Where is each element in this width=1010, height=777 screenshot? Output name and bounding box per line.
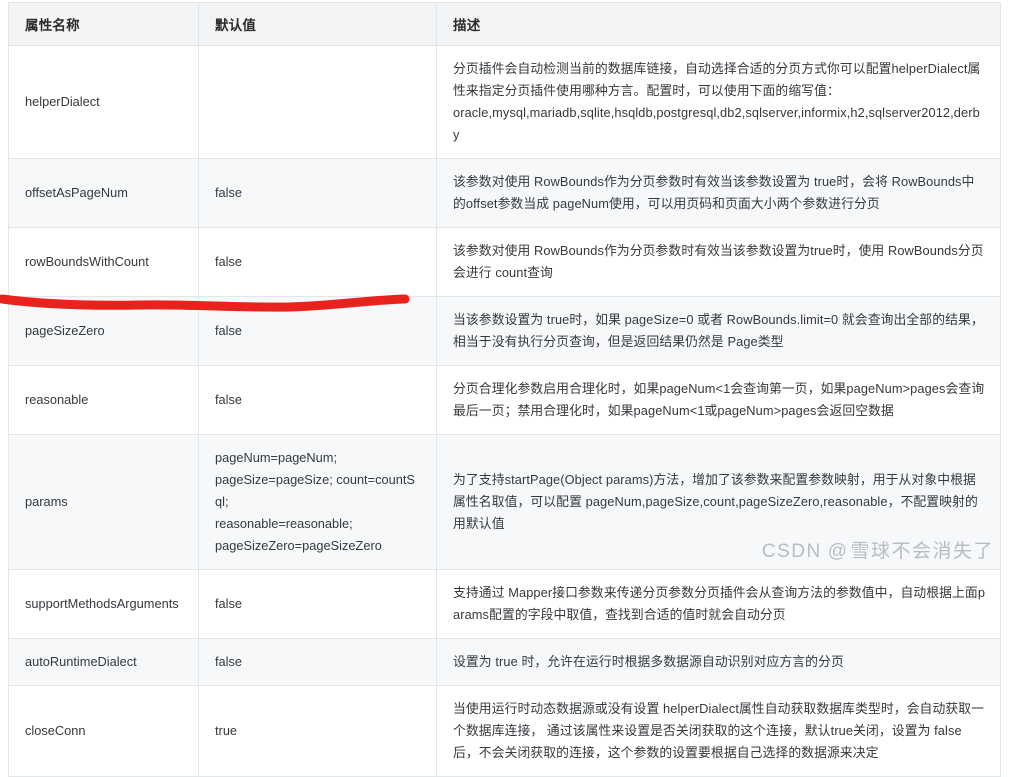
table-row: supportMethodsArguments false 支持通过 Mappe… [8,569,1001,639]
table-row: rowBoundsWithCount false 该参数对使用 RowBound… [8,227,1001,297]
column-header-name: 属性名称 [8,2,199,46]
table-row: closeConn true 当使用运行时动态数据源或没有设置 helperDi… [8,685,1001,777]
cell-default-value: false [198,365,437,435]
cell-default-value: false [198,227,437,297]
cell-property-name: rowBoundsWithCount [8,227,199,297]
cell-property-name: helperDialect [8,45,199,159]
cell-description: 设置为 true 时，允许在运行时根据多数据源自动识别对应方言的分页 [436,638,1001,686]
cell-description: 该参数对使用 RowBounds作为分页参数时有效当该参数设置为 true时，会… [436,158,1001,228]
watermark-author: 雪球不会消失了 [850,541,994,562]
cell-default-value: false [198,296,437,366]
properties-table: 属性名称 默认值 描述 helperDialect 分页插件会自动检测当前的数据… [8,2,1001,777]
cell-property-name: reasonable [8,365,199,435]
table-row: offsetAsPageNum false 该参数对使用 RowBounds作为… [8,158,1001,228]
column-header-default: 默认值 [198,2,437,46]
watermark-at: @ [827,541,849,562]
cell-property-name: offsetAsPageNum [8,158,199,228]
cell-description: 支持通过 Mapper接口参数来传递分页参数分页插件会从查询方法的参数值中，自动… [436,569,1001,639]
cell-property-name: pageSizeZero [8,296,199,366]
table-header-row: 属性名称 默认值 描述 [8,2,1001,46]
cell-description: 分页合理化参数启用合理化时，如果pageNum<1会查询第一页，如果pageNu… [436,365,1001,435]
table-header: 属性名称 默认值 描述 [8,2,1001,46]
cell-default-value [198,45,437,159]
table-row: helperDialect 分页插件会自动检测当前的数据库链接，自动选择合适的分… [8,45,1001,159]
cell-default-value: pageNum=pageNum; pageSize=pageSize; count… [198,434,437,570]
cell-default-value: false [198,569,437,639]
cell-description: 当使用运行时动态数据源或没有设置 helperDialect属性自动获取数据库类… [436,685,1001,777]
cell-property-name: params [8,434,199,570]
cell-property-name: closeConn [8,685,199,777]
table-row-reasonable: reasonable false 分页合理化参数启用合理化时，如果pageNum… [8,365,1001,435]
cell-property-name: autoRuntimeDialect [8,638,199,686]
cell-default-value: false [198,638,437,686]
table-row: pageSizeZero false 当该参数设置为 true时，如果 page… [8,296,1001,366]
csdn-watermark: CSDN @ 雪球不会消失了 [762,536,994,563]
cell-default-value: true [198,685,437,777]
page-root: 属性名称 默认值 描述 helperDialect 分页插件会自动检测当前的数据… [0,0,1010,777]
watermark-site: CSDN [761,541,822,562]
cell-description: 该参数对使用 RowBounds作为分页参数时有效当该参数设置为true时，使用… [436,227,1001,297]
table-row: autoRuntimeDialect false 设置为 true 时，允许在运… [8,638,1001,686]
cell-description: 分页插件会自动检测当前的数据库链接，自动选择合适的分页方式你可以配置helper… [436,45,1001,159]
cell-default-value: false [198,158,437,228]
column-header-desc: 描述 [436,2,1001,46]
table-body: helperDialect 分页插件会自动检测当前的数据库链接，自动选择合适的分… [8,45,1001,777]
cell-description: 当该参数设置为 true时，如果 pageSize=0 或者 RowBounds… [436,296,1001,366]
cell-property-name: supportMethodsArguments [8,569,199,639]
